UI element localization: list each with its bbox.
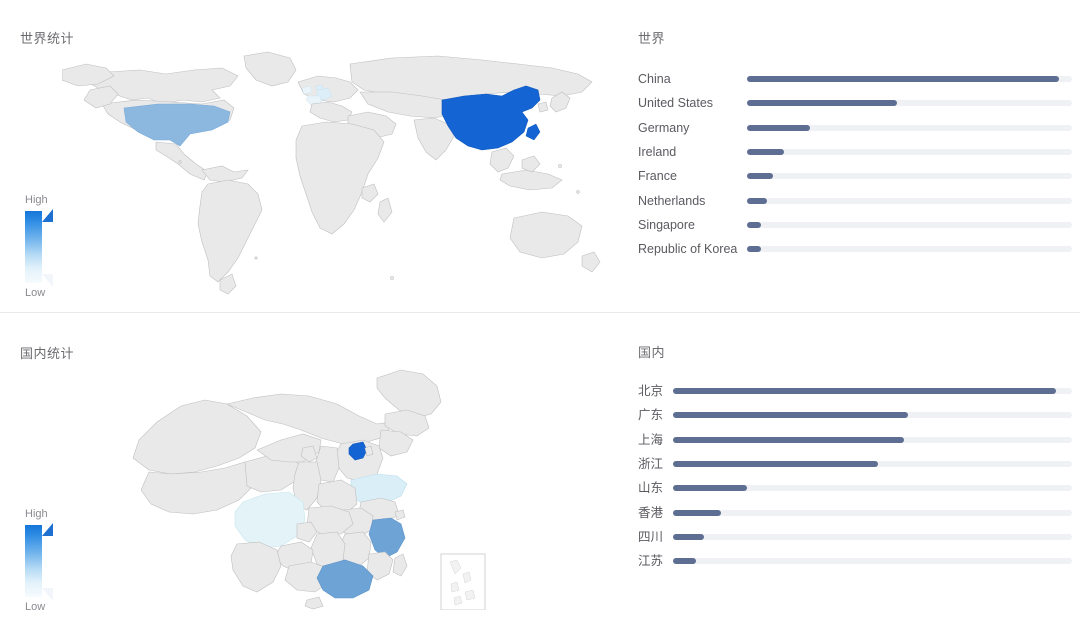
domestic-bar-fill bbox=[673, 461, 878, 467]
world-bar-fill bbox=[747, 149, 784, 155]
world-region-netherlands bbox=[316, 85, 323, 90]
domestic-bar-track bbox=[673, 388, 1072, 394]
domestic-bar-fill bbox=[673, 437, 904, 443]
world-bar-track bbox=[747, 222, 1072, 228]
domestic-bar-fill bbox=[673, 534, 704, 540]
legend-low-label: Low bbox=[16, 601, 74, 614]
domestic-bar-label: 上海 bbox=[638, 431, 663, 449]
world-bar-row[interactable]: China bbox=[638, 70, 1072, 88]
world-bar-fill bbox=[747, 125, 810, 131]
world-bar-fill bbox=[747, 76, 1059, 82]
world-bar-row[interactable]: Ireland bbox=[638, 143, 1072, 161]
world-bar-label: Netherlands bbox=[638, 192, 705, 210]
domestic-bar-track bbox=[673, 437, 1072, 443]
domestic-bar-fill bbox=[673, 510, 721, 516]
statistics-dashboard: 世界统计 bbox=[0, 0, 1080, 624]
china-region-zhejiang bbox=[369, 518, 405, 558]
domestic-bar-label: 北京 bbox=[638, 382, 663, 400]
world-bar-fill bbox=[747, 222, 761, 228]
world-bar-fill bbox=[747, 173, 773, 179]
domestic-bar-track bbox=[673, 534, 1072, 540]
legend-gradient-bar bbox=[16, 521, 74, 601]
world-bar-chart: China United States Germany Ireland France Ne… bbox=[638, 70, 1072, 270]
domestic-bar-fill bbox=[673, 558, 696, 564]
domestic-chart-title: 国内 bbox=[638, 342, 665, 361]
domestic-bar-track bbox=[673, 412, 1072, 418]
domestic-map-title: 国内统计 bbox=[20, 343, 74, 362]
domestic-bar-row[interactable]: 四川 bbox=[638, 528, 1072, 546]
china-map[interactable] bbox=[105, 362, 515, 610]
domestic-bar-track bbox=[673, 461, 1072, 467]
world-bar-row[interactable]: Singapore bbox=[638, 216, 1072, 234]
world-bar-track bbox=[747, 149, 1072, 155]
legend-high-label: High bbox=[16, 194, 74, 207]
china-map-svg bbox=[105, 362, 515, 610]
world-bar-track bbox=[747, 100, 1072, 106]
world-bar-label: Republic of Korea bbox=[638, 240, 737, 258]
world-bar-track bbox=[747, 76, 1072, 82]
domestic-bar-label: 山东 bbox=[638, 479, 663, 497]
domestic-bar-fill bbox=[673, 485, 747, 491]
world-bar-fill bbox=[747, 246, 761, 252]
domestic-bar-track bbox=[673, 485, 1072, 491]
world-bar-row[interactable]: Republic of Korea bbox=[638, 240, 1072, 258]
world-bar-row[interactable]: France bbox=[638, 167, 1072, 185]
domestic-bar-track bbox=[673, 510, 1072, 516]
legend-gradient-fill bbox=[25, 525, 42, 597]
world-bar-row[interactable]: Netherlands bbox=[638, 192, 1072, 210]
world-bar-label: Singapore bbox=[638, 216, 695, 234]
legend-low-label: Low bbox=[16, 287, 74, 300]
domestic-bar-row[interactable]: 山东 bbox=[638, 479, 1072, 497]
domestic-bar-row[interactable]: 江苏 bbox=[638, 552, 1072, 570]
world-bar-row[interactable]: Germany bbox=[638, 119, 1072, 137]
domestic-bar-row[interactable]: 上海 bbox=[638, 431, 1072, 449]
domestic-bar-fill bbox=[673, 412, 908, 418]
domestic-bar-track bbox=[673, 558, 1072, 564]
legend-gradient-bar bbox=[16, 207, 74, 287]
world-bar-label: China bbox=[638, 70, 671, 88]
domestic-bar-row[interactable]: 北京 bbox=[638, 382, 1072, 400]
world-bar-label: Germany bbox=[638, 119, 689, 137]
domestic-bar-row[interactable]: 广东 bbox=[638, 406, 1072, 424]
world-region-united-states bbox=[124, 104, 230, 146]
world-bar-fill bbox=[747, 100, 897, 106]
world-map-svg bbox=[62, 42, 607, 307]
world-chart-title: 世界 bbox=[638, 28, 665, 47]
section-divider bbox=[0, 312, 1080, 313]
domestic-bar-row[interactable]: 香港 bbox=[638, 504, 1072, 522]
world-bar-track bbox=[747, 198, 1072, 204]
south-china-sea-inset bbox=[441, 554, 485, 610]
china-map-legend: High Low bbox=[16, 508, 74, 614]
domestic-bar-fill bbox=[673, 388, 1056, 394]
legend-high-label: High bbox=[16, 508, 74, 521]
world-bar-track bbox=[747, 125, 1072, 131]
domestic-bar-row[interactable]: 浙江 bbox=[638, 455, 1072, 473]
legend-low-arrow-icon bbox=[42, 588, 53, 601]
china-region-guangdong bbox=[317, 560, 373, 598]
world-map[interactable] bbox=[62, 42, 607, 307]
world-bar-track bbox=[747, 246, 1072, 252]
world-bar-track bbox=[747, 173, 1072, 179]
world-bar-fill bbox=[747, 198, 767, 204]
domestic-bar-label: 浙江 bbox=[638, 455, 663, 473]
world-bar-row[interactable]: United States bbox=[638, 94, 1072, 112]
legend-high-arrow-icon bbox=[42, 209, 53, 222]
legend-gradient-fill bbox=[25, 211, 42, 283]
legend-low-arrow-icon bbox=[42, 274, 53, 287]
world-bar-label: France bbox=[638, 167, 677, 185]
domestic-bar-chart: 北京广东上海浙江山东香港四川江苏 bbox=[638, 382, 1072, 582]
legend-high-arrow-icon bbox=[42, 523, 53, 536]
world-bar-label: United States bbox=[638, 94, 713, 112]
domestic-bar-label: 香港 bbox=[638, 504, 663, 522]
world-bar-label: Ireland bbox=[638, 143, 676, 161]
world-map-legend: High Low bbox=[16, 194, 74, 300]
domestic-bar-label: 江苏 bbox=[638, 552, 663, 570]
domestic-bar-label: 四川 bbox=[638, 528, 663, 546]
domestic-bar-label: 广东 bbox=[638, 406, 663, 424]
china-region-sichuan bbox=[235, 492, 305, 548]
